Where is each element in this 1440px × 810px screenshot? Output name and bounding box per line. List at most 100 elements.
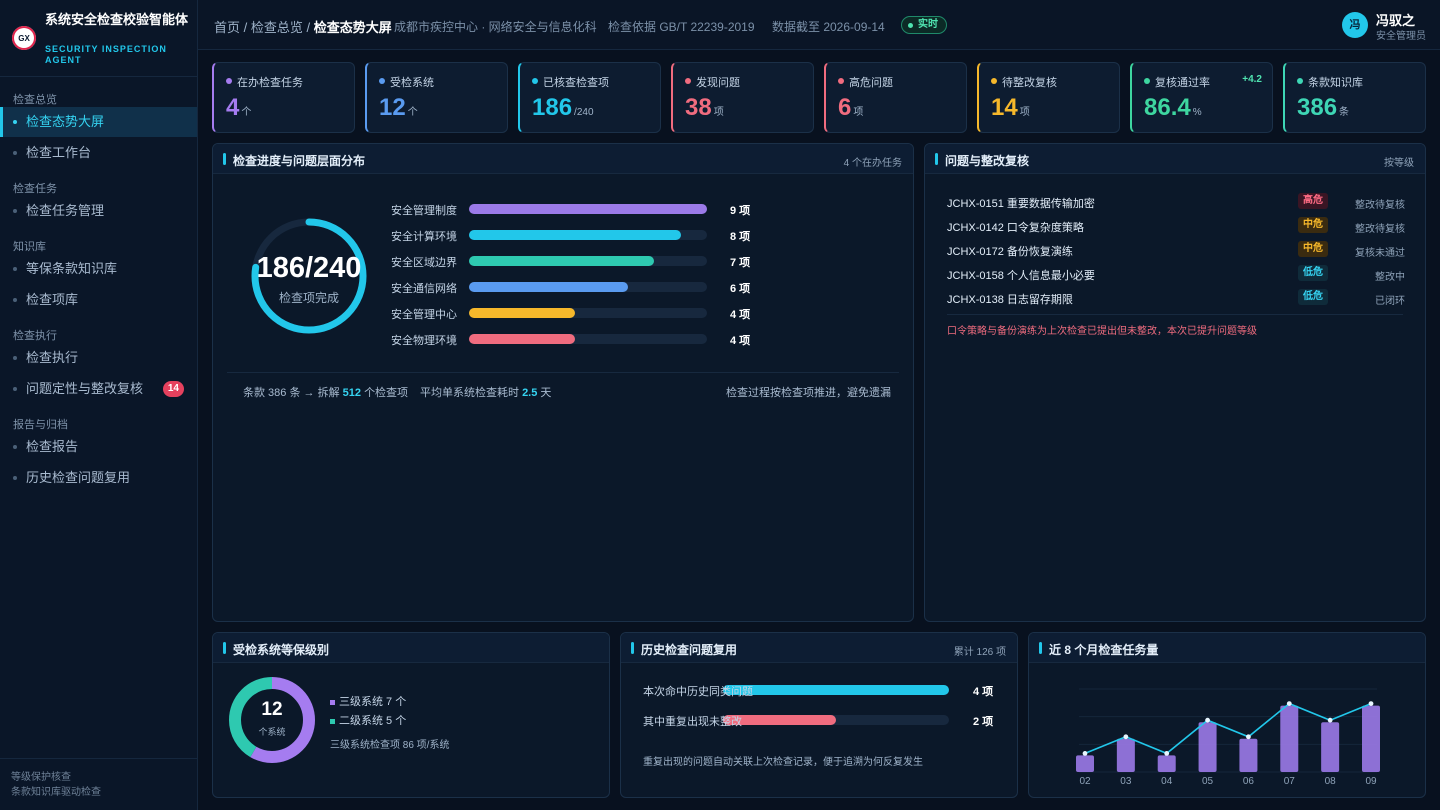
kpi-unit: 项 — [853, 107, 864, 118]
panel-title: 问题与整改复核 — [945, 154, 1030, 168]
severity-badge: 中危 — [1298, 217, 1328, 233]
x-tick-label: 07 — [1284, 776, 1296, 787]
reuse-value: 2 项 — [973, 716, 994, 728]
nav-dot-icon — [13, 267, 17, 271]
kpi-value-wrap: 386 条 — [1297, 94, 1349, 127]
issue-row[interactable]: JCHX-0138 日志留存期限 低危 已闭环 — [947, 288, 1405, 308]
trend-point — [1205, 717, 1210, 723]
kpi-active-tasks[interactable]: 在办检查任务 4个 — [212, 62, 355, 133]
bar — [1076, 755, 1094, 772]
trend-point — [1246, 734, 1251, 740]
legend-swatch — [330, 718, 335, 724]
foot-highlight: 512 — [342, 387, 361, 399]
reuse-bar — [723, 685, 949, 695]
reuse-name: 本次命中历史同类问题 — [643, 686, 753, 698]
reuse-row: 本次命中历史同类问题 4 项 — [643, 680, 1003, 700]
sidebar-item-history-reuse[interactable]: 历史检查问题复用 — [0, 463, 197, 493]
kpi-systems[interactable]: 受检系统 12 个 — [365, 62, 508, 133]
user-role: 安全管理员 — [1376, 31, 1426, 42]
sidebar-item-label: 检查执行 — [26, 350, 79, 365]
layer-value: 8 项 — [730, 231, 751, 243]
count-badge: 14 — [162, 381, 184, 397]
sidebar-item-label: 检查报告 — [26, 439, 79, 454]
status-dot-icon — [838, 78, 844, 84]
header: 首页 / 检查总览 / 检查态势大屏 成都市疾控中心 · 网络安全与信息化科 检… — [198, 0, 1440, 50]
progress-ring: 186/240 检查项完成 — [249, 216, 369, 336]
sidebar-item-check-items[interactable]: 检查项库 — [0, 285, 197, 315]
panel-header: 检查进度与问题层面分布 4 个在办任务 — [213, 144, 913, 174]
trend-point — [1082, 751, 1088, 756]
sidebar-item-reports[interactable]: 检查报告 — [0, 432, 197, 462]
sidebar-footer-line: 条款知识库驱动检查 — [11, 787, 101, 798]
reuse-row: 其中重复出现未整改 2 项 — [643, 710, 1003, 730]
reuse-bar-track — [723, 715, 949, 725]
issue-row[interactable]: JCHX-0142 口令复杂度策略 中危 整改待复核 — [947, 216, 1405, 236]
kpi-pass-rate[interactable]: 复核通过率 +4.2 86.4% — [1130, 62, 1273, 133]
live-status-badge: 实时 — [901, 16, 947, 34]
sidebar-item-clause-kb[interactable]: 等保条款知识库 — [0, 254, 197, 284]
kpi-value: 386 — [1297, 94, 1338, 121]
issue-row[interactable]: JCHX-0158 个人信息最小必要 低危 整改中 — [947, 264, 1405, 284]
sidebar-item-label: 等保条款知识库 — [26, 261, 118, 276]
status-dot-icon — [379, 78, 385, 84]
foot-text-part: 条款 386 条 → 拆解 — [243, 387, 340, 399]
breadcrumb-home[interactable]: 首页 — [214, 20, 240, 35]
layer-bar-track — [469, 256, 707, 266]
kpi-label: 在办检查任务 — [237, 77, 303, 89]
panel-header: 受检系统等保级别 — [213, 633, 609, 663]
kpi-issues-found[interactable]: 发现问题 38 项 — [671, 62, 814, 133]
nav-dot-icon — [13, 445, 17, 449]
bar — [1116, 738, 1135, 772]
layer-bar-track — [469, 282, 707, 292]
issue-row[interactable]: JCHX-0172 备份恢复演练 中危 复核未通过 — [947, 240, 1405, 260]
sidebar-item-label: 检查项库 — [26, 292, 79, 307]
x-tick-label: 08 — [1325, 776, 1337, 787]
nav-group-execution: 检查执行 — [13, 330, 57, 342]
status-dot-icon — [1297, 78, 1303, 84]
nav-dot-icon — [13, 356, 17, 360]
kpi-value: 38 — [685, 94, 712, 121]
sidebar-item-workbench[interactable]: 检查工作台 — [0, 138, 197, 168]
sidebar-item-task-management[interactable]: 检查任务管理 — [0, 196, 197, 226]
issue-row[interactable]: JCHX-0151 重要数据传输加密 高危 整改待复核 — [947, 192, 1405, 212]
layer-name: 安全通信网络 — [391, 283, 457, 295]
nav-group-knowledge: 知识库 — [13, 241, 46, 253]
sidebar-footer-line: 等级保护核查 — [11, 772, 71, 783]
kpi-checked-items[interactable]: 已核查检查项 186/240 — [518, 62, 661, 133]
issue-status: 整改待复核 — [1355, 224, 1405, 235]
reuse-note: 重复出现的问题自动关联上次检查记录，便于追溯为何反复发生 — [643, 757, 923, 768]
severity-badge: 低危 — [1298, 265, 1328, 281]
bar — [1280, 705, 1299, 772]
sidebar-item-rectification-review[interactable]: 问题定性与整改复核 14 — [0, 374, 197, 404]
kpi-label: 已核查检查项 — [543, 77, 609, 89]
legend-item: 三级系统 7 个 — [330, 693, 406, 709]
sort-by-level[interactable]: 按等级 — [1384, 154, 1414, 169]
kpi-unit: 项 — [713, 107, 724, 118]
layer-name: 安全管理中心 — [391, 309, 457, 321]
sidebar-item-execution[interactable]: 检查执行 — [0, 343, 197, 373]
sidebar-item-dashboard[interactable]: 检查态势大屏 — [0, 107, 197, 137]
nav-group-tasks: 检查任务 — [13, 183, 57, 195]
breadcrumb-overview[interactable]: 检查总览 — [251, 20, 303, 35]
nav-dot-icon — [13, 298, 17, 302]
issue-name: JCHX-0158 个人信息最小必要 — [947, 270, 1095, 282]
kpi-unit: 个 — [241, 107, 252, 118]
foot-text-part: 天 — [540, 387, 552, 399]
inspection-basis: 检查依据 GB/T 22239-2019 — [608, 20, 755, 34]
process-note: 检查过程按检查项推进，避免遗漏 — [726, 387, 891, 399]
kpi-label: 条款知识库 — [1308, 77, 1363, 89]
reuse-name: 其中重复出现未整改 — [643, 716, 742, 728]
layer-bar-track — [469, 334, 707, 344]
avatar[interactable]: 冯 — [1342, 12, 1368, 38]
brand: GX 系统安全检查校验智能体 SECURITY INSPECTION AGENT — [12, 12, 194, 68]
kpi-clause-kb[interactable]: 条款知识库 386 条 — [1283, 62, 1426, 133]
kpi-pending-review[interactable]: 待整改复核 14 项 — [977, 62, 1120, 133]
kpi-value-wrap: 86.4% — [1144, 94, 1202, 127]
panel-header: 近 8 个月检查任务量 — [1029, 633, 1425, 663]
kpi-value-wrap: 12 个 — [379, 94, 418, 127]
trend-point — [1368, 701, 1374, 706]
panel-title: 历史检查问题复用 — [641, 643, 738, 657]
kpi-high-risk[interactable]: 高危问题 6项 — [824, 62, 967, 133]
sidebar-item-label: 检查任务管理 — [26, 203, 105, 218]
kpi-value-wrap: 38 项 — [685, 94, 724, 127]
